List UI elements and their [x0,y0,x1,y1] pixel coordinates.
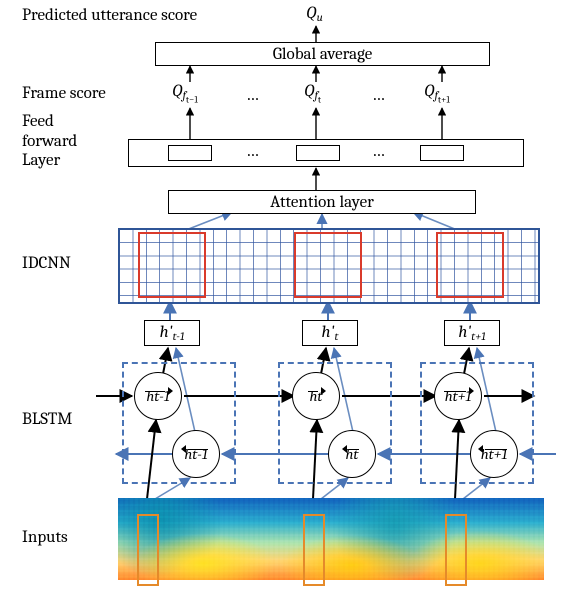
ff-slot-mid [296,145,340,161]
ff-ellipsis-1: … [246,142,259,161]
input-window-left [137,514,159,586]
qu-symbol: Qu [306,4,323,24]
idcnn-window-mid [294,232,362,298]
hprime-right: h't+1 [444,320,500,346]
ff-slot-left [168,145,212,161]
attention-label: Attention layer [270,193,374,212]
inputs-label: Inputs [22,528,68,547]
feedforward-label: FeedforwardLayer [22,112,77,171]
frame-q-mid: Qft [304,82,321,105]
hb-mid: ht [328,430,376,478]
ff-slot-right [420,145,464,161]
hprime-mid: h't [302,320,358,346]
blstm-label: BLSTM [22,410,72,429]
frame-q-right: Qft+1 [424,82,450,105]
diagram: { "top": { "predicted_label": "Predicted… [0,0,576,602]
ff-ellipsis-2: … [372,142,385,161]
frame-score-label: Frame score [22,84,106,103]
idcnn-window-right [436,232,504,298]
spectrogram [118,498,544,580]
global-average-box: Global average [155,42,490,66]
predicted-label: Predicted utterance score [22,6,197,25]
global-average-label: Global average [273,45,372,64]
idcnn-label: IDCNN [22,254,71,273]
hb-left: ht-1 [172,430,220,478]
hf-right: ht+1 [434,372,482,420]
input-window-right [445,514,467,586]
input-window-mid [303,514,325,586]
frame-ellipsis-1: … [246,86,259,105]
frame-q-left: Qft−1 [172,82,198,105]
frame-ellipsis-2: … [372,86,385,105]
hf-mid: ht [292,372,340,420]
attention-box: Attention layer [168,190,476,214]
idcnn-window-left [138,232,206,298]
hprime-left: h't-1 [144,320,200,346]
hb-right: ht+1 [470,430,518,478]
hf-left: ht-1 [134,372,182,420]
